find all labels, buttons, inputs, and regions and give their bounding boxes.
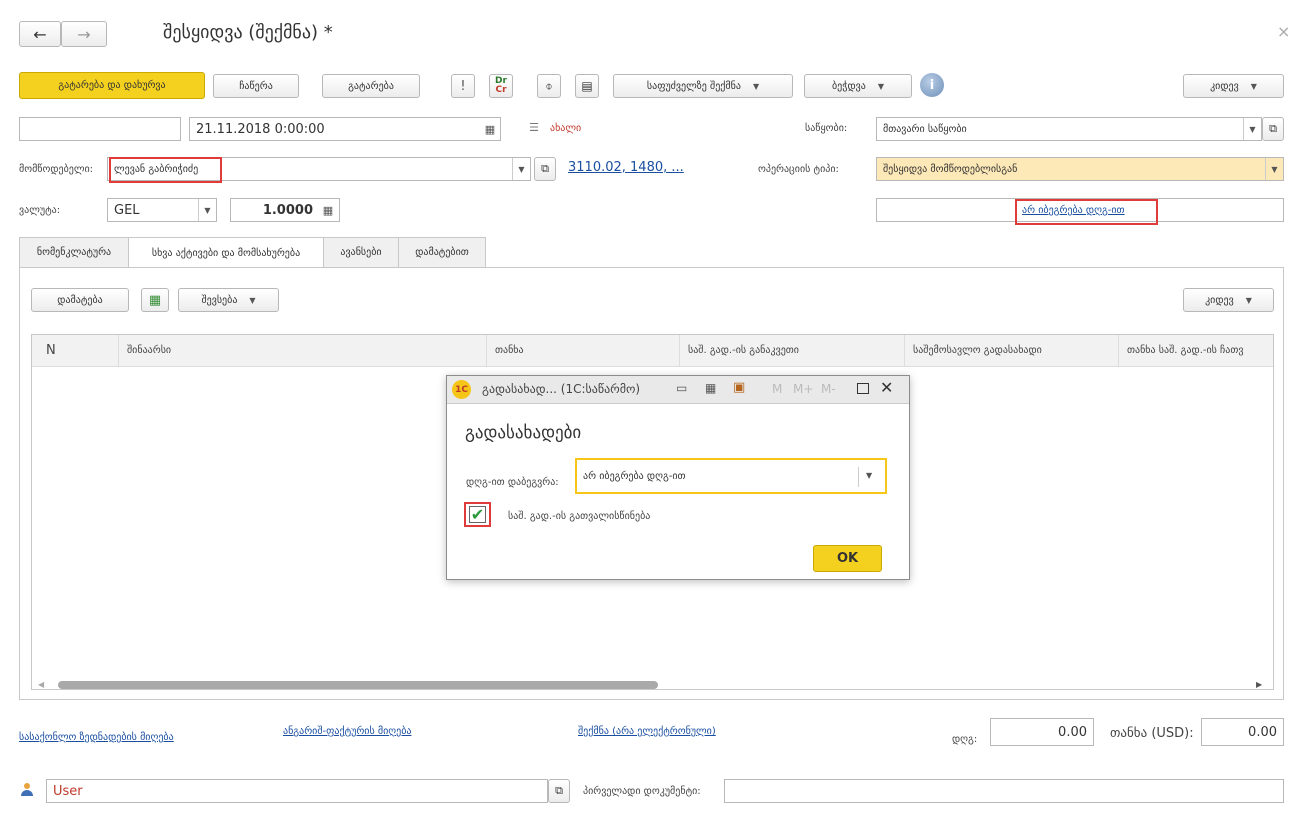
chevron-down-icon: ▼ [1245, 295, 1252, 305]
horizontal-scrollbar[interactable] [58, 681, 658, 689]
post-and-close-button[interactable]: გატარება და დახურვა [19, 72, 205, 99]
more-label: კიდევ [1210, 80, 1239, 92]
income-tax-label: საშ. გად.-ის გათვალისწინება [508, 511, 651, 522]
total-usd-field: 0.00 [1201, 718, 1284, 746]
user-icon [20, 783, 34, 797]
chevron-down-icon[interactable]: ▼ [198, 199, 216, 221]
vat-taxation-divider [858, 467, 859, 487]
calculator-icon[interactable]: ▦ [318, 198, 338, 222]
column-income-tax[interactable]: საშემოსავლო გადასახადი [905, 335, 1119, 366]
supplier-highlight [109, 157, 222, 183]
create-based-on-label: საფუძველზე შექმნა [646, 80, 741, 92]
dtcr-icon[interactable]: Dr Cr [489, 74, 513, 98]
warehouse-label: საწყობი: [805, 123, 848, 134]
add-button[interactable]: დამატება [31, 288, 129, 312]
chevron-down-icon[interactable]: ▼ [1243, 118, 1261, 140]
write-button[interactable]: ჩაწერა [213, 74, 299, 98]
app-logo-icon: 1С [452, 380, 471, 399]
calendar-icon[interactable]: ▣ [733, 380, 745, 395]
date-field[interactable]: 21.11.2018 0:00:00 [189, 117, 501, 141]
dtcr-cr-text: Cr [495, 85, 507, 95]
memory-m-button[interactable]: M [772, 382, 782, 396]
create-based-on-button[interactable]: საფუძველზე შექმნა ▼ [613, 74, 793, 98]
post-button[interactable]: გატარება [322, 74, 420, 98]
exclamation-icon[interactable]: ! [451, 74, 475, 98]
vat-taxation-field[interactable]: არ იბეგრება დღგ-ით [575, 458, 887, 494]
status-text: ახალი [550, 123, 582, 134]
column-amount-with-tax[interactable]: თანხა საშ. გად.-ის ჩათვ [1119, 335, 1273, 366]
fill-label: შევსება [201, 294, 238, 306]
tab-nomenclature[interactable]: ნომენკლატურა [19, 237, 129, 267]
calculator-icon[interactable]: ▦ [705, 381, 716, 395]
screenshot-icon[interactable]: ▭ [676, 381, 687, 395]
tab-additional[interactable]: დამატებით [398, 237, 486, 267]
ok-button[interactable]: OK [813, 545, 882, 572]
column-amount[interactable]: თანხა [487, 335, 680, 366]
operation-type-label: ოპერაციის ტიპი: [758, 164, 839, 175]
table-more-label: კიდევ [1205, 294, 1234, 306]
contract-link[interactable]: 3110.02, 1480, ... [568, 160, 684, 175]
scroll-right-icon[interactable]: ▶ [1256, 680, 1262, 689]
total-usd-value: 0.00 [1248, 724, 1277, 740]
income-tax-checkbox[interactable]: ✔ [469, 506, 486, 523]
chevron-down-icon: ▼ [1250, 81, 1257, 91]
memory-plus-button[interactable]: M+ [793, 382, 813, 396]
primary-docs-field[interactable] [724, 779, 1284, 803]
operation-type-field[interactable]: შესყიდვა მომწოდებლისგან [876, 157, 1284, 181]
page-title: შესყიდვა (შექმნა) * [163, 22, 333, 43]
chevron-down-icon: ▼ [752, 81, 760, 91]
responsible-user-value: User [53, 783, 83, 799]
vat-taxation-value: არ იბეგრება დღგ-ით [583, 470, 686, 482]
maximize-icon[interactable] [857, 383, 869, 394]
attachment-icon[interactable]: ⌽ [537, 74, 561, 98]
receive-waybill-link[interactable]: სასაქონლო ზედნადების მიღება [19, 732, 174, 743]
vat-total-value: 0.00 [1058, 724, 1087, 740]
fill-table-icon[interactable]: ▦ [141, 288, 169, 312]
vat-total-label: დღგ: [952, 734, 978, 745]
memory-minus-button[interactable]: M- [821, 382, 836, 396]
warehouse-field[interactable]: მთავარი საწყობი [876, 117, 1262, 141]
more-button[interactable]: კიდევ ▼ [1183, 74, 1284, 98]
vat-total-field: 0.00 [990, 718, 1094, 746]
primary-docs-label: პირველადი დოკუმენტი: [583, 786, 701, 797]
dialog-heading: გადასახადები [465, 423, 582, 443]
chevron-down-icon: ▼ [249, 295, 256, 305]
create-non-electronic-link[interactable]: შექმნა (არა ელექტრონული) [578, 726, 716, 737]
table-more-button[interactable]: კიდევ ▼ [1183, 288, 1274, 312]
tab-other-assets[interactable]: სხვა აქტივები და მომსახურება [128, 237, 324, 268]
print-button[interactable]: ბეჭდვა ▼ [804, 74, 912, 98]
close-icon[interactable]: × [1277, 22, 1290, 41]
list-icon[interactable]: ☰ [524, 115, 544, 139]
open-icon[interactable]: ⧉ [548, 779, 570, 803]
open-icon[interactable]: ⧉ [534, 157, 556, 181]
print-label: ბეჭდვა [832, 80, 866, 92]
scroll-left-icon[interactable]: ◀ [38, 680, 44, 689]
dialog-title: გადასახად... (1C:საწარმო) [482, 382, 641, 396]
info-icon[interactable]: i [920, 73, 944, 97]
currency-label: ვალუტა: [19, 205, 61, 216]
open-icon[interactable]: ⧉ [1262, 117, 1284, 141]
total-usd-label: თანხა (USD): [1110, 726, 1194, 741]
calendar-icon[interactable]: ▦ [480, 117, 500, 141]
chevron-down-icon[interactable]: ▼ [1265, 158, 1283, 180]
vat-taxation-label: დღგ-ით დაბეგვრა: [466, 477, 559, 488]
column-income-tax-rate[interactable]: საშ. გად.-ის განაკვეთი [680, 335, 905, 366]
number-field[interactable] [19, 117, 181, 141]
forward-button[interactable]: → [61, 21, 107, 47]
column-content[interactable]: შინაარსი [119, 335, 487, 366]
chevron-down-icon: ▼ [877, 81, 884, 91]
dialog-close-icon[interactable]: ✕ [880, 378, 893, 397]
supplier-label: მომწოდებელი: [19, 164, 94, 175]
chevron-down-icon[interactable]: ▼ [866, 471, 872, 480]
tab-advances[interactable]: ავანსები [323, 237, 399, 267]
responsible-user-field[interactable]: User [46, 779, 548, 803]
document-icon[interactable]: ▤ [575, 74, 599, 98]
fill-button[interactable]: შევსება ▼ [178, 288, 279, 312]
column-n[interactable]: N [38, 335, 119, 366]
receive-invoice-link[interactable]: ანგარიშ-ფაქტურის მიღება [283, 726, 411, 737]
vat-link-highlight [1015, 199, 1158, 225]
chevron-down-icon[interactable]: ▼ [512, 158, 530, 180]
back-button[interactable]: ← [19, 21, 61, 47]
rate-value: 1.0000 [262, 202, 313, 218]
